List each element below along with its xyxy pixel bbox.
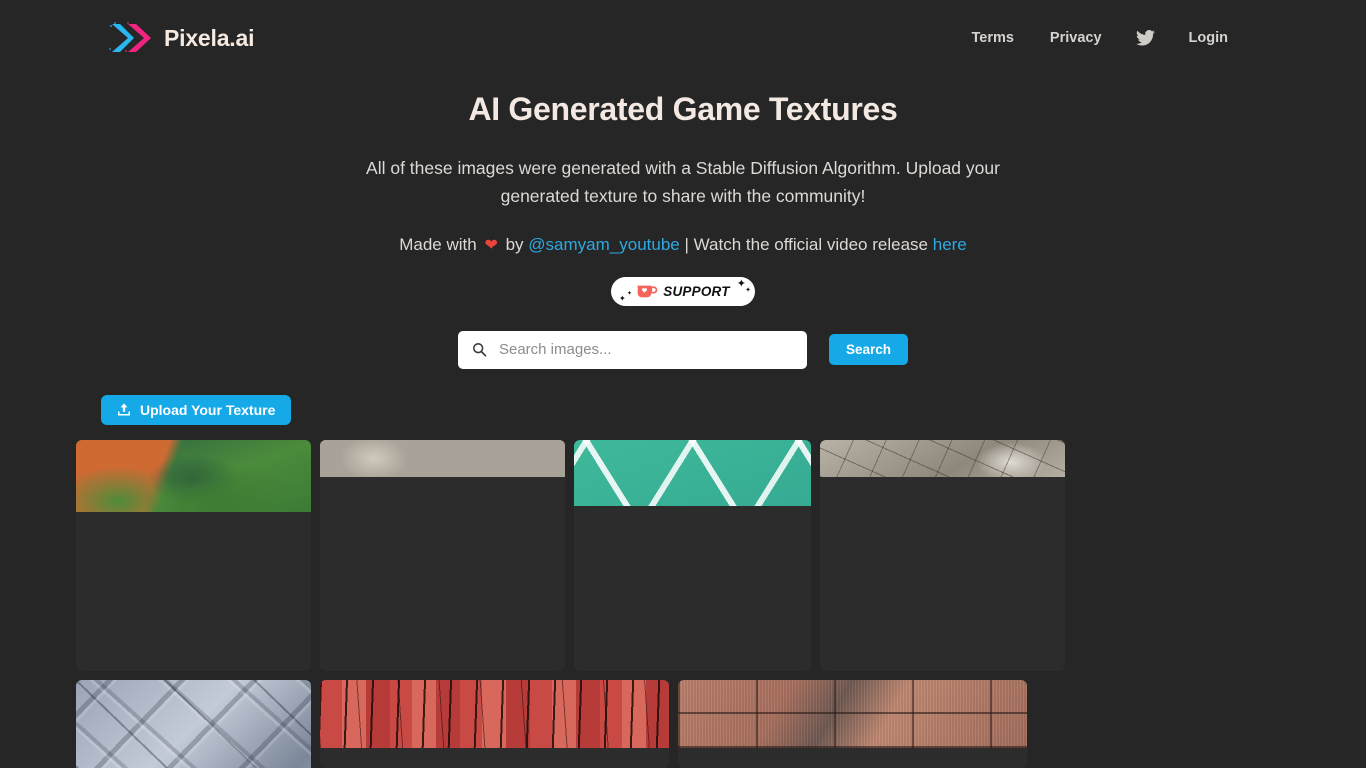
texture-gallery [0, 440, 1366, 768]
support-button[interactable]: ✦ ✦ ✦ ✦ SUPPORT [611, 277, 755, 306]
nav-terms[interactable]: Terms [953, 24, 1031, 52]
search-button[interactable]: Search [829, 334, 908, 365]
site-header: Pixela.ai Terms Privacy Login [0, 0, 1366, 76]
nav-login[interactable]: Login [1171, 24, 1246, 52]
search-icon [472, 342, 487, 357]
sparkle-icon-2: ✦ [745, 287, 751, 294]
hero-section: AI Generated Game Textures All of these … [0, 76, 1366, 369]
upload-texture-label: Upload Your Texture [140, 402, 275, 418]
gallery-card-brick[interactable] [678, 680, 1027, 768]
credit-middle: Watch the official video release [694, 235, 928, 254]
upload-icon [117, 402, 131, 417]
gallery-card-moss[interactable] [76, 440, 311, 671]
credit-separator: | [684, 235, 688, 254]
gallery-card-lattice[interactable] [574, 440, 811, 671]
gallery-card-rocks[interactable] [320, 440, 565, 671]
gallery-card-cobble[interactable] [820, 440, 1065, 671]
brand-logo-link[interactable]: Pixela.ai [108, 21, 254, 55]
support-button-label: SUPPORT [663, 284, 729, 299]
double-chevron-logo-icon [108, 21, 154, 55]
texture-thumbnail[interactable] [320, 680, 669, 748]
coffee-cup-heart-icon [636, 283, 658, 300]
credit-prefix: Made with [399, 235, 476, 254]
texture-thumbnail[interactable] [574, 440, 811, 506]
upload-texture-button[interactable]: Upload Your Texture [101, 395, 291, 425]
nav-twitter[interactable] [1120, 24, 1171, 52]
upload-row: Upload Your Texture [0, 395, 1366, 425]
texture-thumbnail[interactable] [678, 680, 1027, 748]
credit-by: by [506, 235, 524, 254]
texture-thumbnail[interactable] [320, 440, 565, 477]
texture-thumbnail[interactable] [76, 440, 311, 512]
gallery-card-redbark[interactable] [320, 680, 669, 768]
texture-thumbnail[interactable] [820, 440, 1065, 477]
credit-video-link[interactable]: here [933, 235, 967, 254]
brand-name: Pixela.ai [164, 25, 254, 52]
support-button-wrap: ✦ ✦ ✦ ✦ SUPPORT [0, 277, 1366, 306]
credit-handle-link[interactable]: @samyam_youtube [528, 235, 679, 254]
heart-icon: ❤ [481, 237, 500, 254]
sparkle-icon-3: ✦ [619, 295, 626, 303]
nav-privacy[interactable]: Privacy [1032, 24, 1120, 52]
gallery-card-glass[interactable] [76, 680, 311, 768]
hero-subtitle: All of these images were generated with … [333, 155, 1033, 209]
search-field[interactable] [458, 331, 807, 369]
hero-credit: Made with ❤ by @samyam_youtube | Watch t… [0, 235, 1366, 255]
search-input[interactable] [499, 341, 793, 358]
twitter-icon [1136, 30, 1155, 46]
texture-thumbnail[interactable] [76, 680, 311, 768]
sparkle-icon-4: ✦ [627, 291, 632, 297]
main-navigation: Terms Privacy Login [953, 24, 1246, 52]
search-row: Search [0, 331, 1366, 369]
page-title: AI Generated Game Textures [0, 90, 1366, 128]
